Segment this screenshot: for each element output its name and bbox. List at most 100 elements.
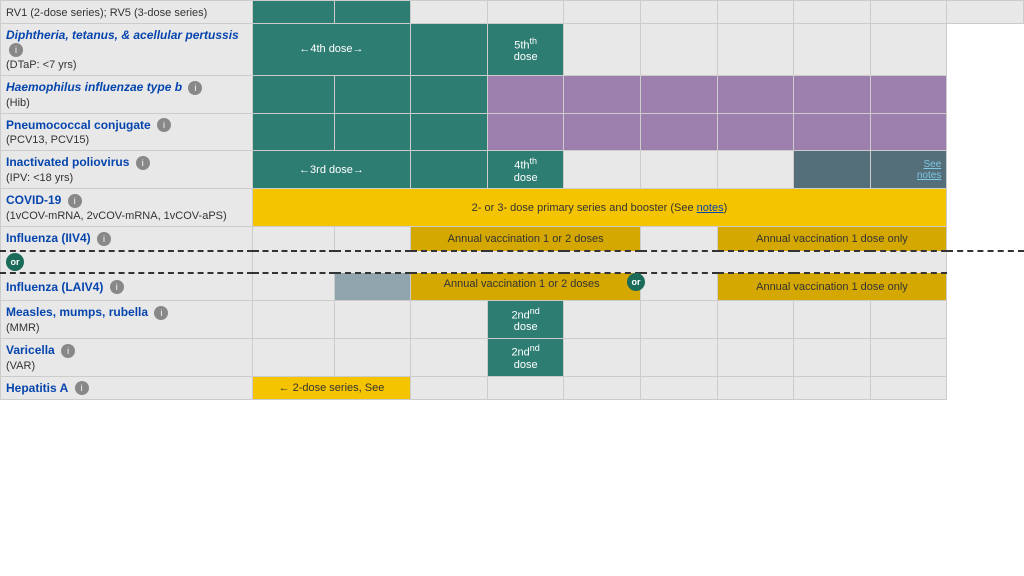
mmr-col2 xyxy=(334,300,411,338)
or-cell: or xyxy=(1,251,253,273)
vaccine-name-hepa: Hepatitis A i xyxy=(1,376,253,400)
varicella-info-icon[interactable]: i xyxy=(61,344,75,358)
var-col8 xyxy=(794,338,871,376)
mmr-col1 xyxy=(252,300,334,338)
dtap-fourth-dose: ←4th dose→ xyxy=(252,24,411,76)
mmr-link[interactable]: Measles, mumps, rubella xyxy=(6,305,148,319)
dtap-fifth-dose: 5thth dose xyxy=(487,24,564,76)
dtap-col7 xyxy=(717,24,794,76)
laiv4-col2 xyxy=(334,273,411,301)
vaccine-name-mmr: Measles, mumps, rubella i (MMR) xyxy=(1,300,253,338)
laiv4-or-badge: or xyxy=(627,273,645,291)
rv-col8 xyxy=(794,1,871,24)
mmr-col7 xyxy=(717,300,794,338)
varicella-sub: (VAR) xyxy=(6,360,35,372)
covid-info-icon[interactable]: i xyxy=(68,194,82,208)
mmr-col9 xyxy=(870,300,947,338)
vaccine-name-varicella: Varicella i (VAR) xyxy=(1,338,253,376)
covid-notes-link[interactable]: notes xyxy=(697,202,724,214)
pcv-purple5 xyxy=(794,113,871,151)
dtap-sub: (DTaP: <7 yrs) xyxy=(6,59,77,71)
pcv-col3 xyxy=(411,113,488,151)
ipv-info-icon[interactable]: i xyxy=(136,156,150,170)
dtap-col8 xyxy=(794,24,871,76)
hepa-link[interactable]: Hepatitis A xyxy=(6,381,68,395)
table-row-pcv: Pneumococcal conjugate i (PCV13, PCV15) xyxy=(1,113,1024,151)
ipv-link[interactable]: Inactivated poliovirus xyxy=(6,155,129,169)
ipv-col5 xyxy=(564,151,641,189)
hib-purple3 xyxy=(641,75,718,113)
iiv4-col2 xyxy=(334,227,411,251)
hepa-col4 xyxy=(487,376,564,400)
pcv-purple6 xyxy=(870,113,947,151)
iiv4-col6 xyxy=(641,227,718,251)
vaccine-name-rv: RV1 (2-dose series); RV5 (3-dose series) xyxy=(1,1,253,24)
mmr-info-icon[interactable]: i xyxy=(154,306,168,320)
rv-col5 xyxy=(564,1,641,24)
dtap-link[interactable]: Diphtheria, tetanus, & acellular pertuss… xyxy=(6,28,239,42)
iiv4-annual1only: Annual vaccination 1 dose only xyxy=(717,227,947,251)
hepa-info-icon[interactable]: i xyxy=(75,381,89,395)
pcv-sub: (PCV13, PCV15) xyxy=(6,134,89,146)
laiv4-info-icon[interactable]: i xyxy=(110,280,124,294)
hib-purple5 xyxy=(794,75,871,113)
covid-link[interactable]: COVID-19 xyxy=(6,193,61,207)
iiv4-info-icon[interactable]: i xyxy=(97,232,111,246)
vaccine-name-pcv: Pneumococcal conjugate i (PCV13, PCV15) xyxy=(1,113,253,151)
ipv-col3 xyxy=(411,151,488,189)
var-col6 xyxy=(641,338,718,376)
laiv4-link[interactable]: Influenza (LAIV4) xyxy=(6,280,103,294)
hib-info-icon[interactable]: i xyxy=(188,81,202,95)
hib-purple1 xyxy=(487,75,564,113)
hepa-col3 xyxy=(411,376,488,400)
hepa-col7 xyxy=(717,376,794,400)
iiv4-col1 xyxy=(252,227,334,251)
table-row: RV1 (2-dose series); RV5 (3-dose series) xyxy=(1,1,1024,24)
var-col1 xyxy=(252,338,334,376)
vaccine-name-laiv4: Influenza (LAIV4) i xyxy=(1,273,253,301)
hepa-col5 xyxy=(564,376,641,400)
pcv-col1 xyxy=(252,113,334,151)
pcv-purple1 xyxy=(487,113,564,151)
vaccine-name-hib: Haemophilus influenzae type b i (Hib) xyxy=(1,75,253,113)
rv-col7 xyxy=(717,1,794,24)
pcv-col2 xyxy=(334,113,411,151)
covid-sub: (1vCOV-mRNA, 2vCOV-mRNA, 1vCOV-aPS) xyxy=(6,210,227,222)
varicella-link[interactable]: Varicella xyxy=(6,343,55,357)
rv-col4 xyxy=(487,1,564,24)
or-badge: or xyxy=(6,253,24,271)
rv-col1 xyxy=(252,1,334,24)
laiv4-col6 xyxy=(641,273,718,301)
var-col7 xyxy=(717,338,794,376)
mmr-col5 xyxy=(564,300,641,338)
covid-dose-cell: 2- or 3- dose primary series and booster… xyxy=(252,189,947,227)
table-row-mmr: Measles, mumps, rubella i (MMR) 2ndnd do… xyxy=(1,300,1024,338)
mmr-col8 xyxy=(794,300,871,338)
or-spacer xyxy=(252,251,947,273)
pcv-link[interactable]: Pneumococcal conjugate xyxy=(6,118,151,132)
mmr-col3 xyxy=(411,300,488,338)
ipv-slate1 xyxy=(794,151,871,189)
covid-text: 2- or 3- dose primary series and booster… xyxy=(472,202,728,214)
hepa-col6 xyxy=(641,376,718,400)
ipv-col6 xyxy=(641,151,718,189)
hepa-col9 xyxy=(870,376,947,400)
var-col5 xyxy=(564,338,641,376)
rv-col2 xyxy=(334,1,411,24)
vaccine-name-iiv4: Influenza (IIV4) i xyxy=(1,227,253,251)
table-row-dtap: Diphtheria, tetanus, & acellular pertuss… xyxy=(1,24,1024,76)
mmr-second-dose: 2ndnd dose xyxy=(487,300,564,338)
rv-col6 xyxy=(641,1,718,24)
hib-link[interactable]: Haemophilus influenzae type b xyxy=(6,80,182,94)
rv-col10 xyxy=(947,1,1024,24)
dtap-info-icon[interactable]: i xyxy=(9,43,23,57)
pcv-info-icon[interactable]: i xyxy=(157,118,171,132)
ipv-sub: (IPV: <18 yrs) xyxy=(6,172,73,184)
table-row-covid: COVID-19 i (1vCOV-mRNA, 2vCOV-mRNA, 1vCO… xyxy=(1,189,1024,227)
table-row-hib: Haemophilus influenzae type b i (Hib) xyxy=(1,75,1024,113)
iiv4-link[interactable]: Influenza (IIV4) xyxy=(6,231,91,245)
dtap-col5 xyxy=(564,24,641,76)
laiv4-annual1or2: or Annual vaccination 1 or 2 doses xyxy=(411,273,641,301)
hepa-col8 xyxy=(794,376,871,400)
table-row-varicella: Varicella i (VAR) 2ndnd dose xyxy=(1,338,1024,376)
